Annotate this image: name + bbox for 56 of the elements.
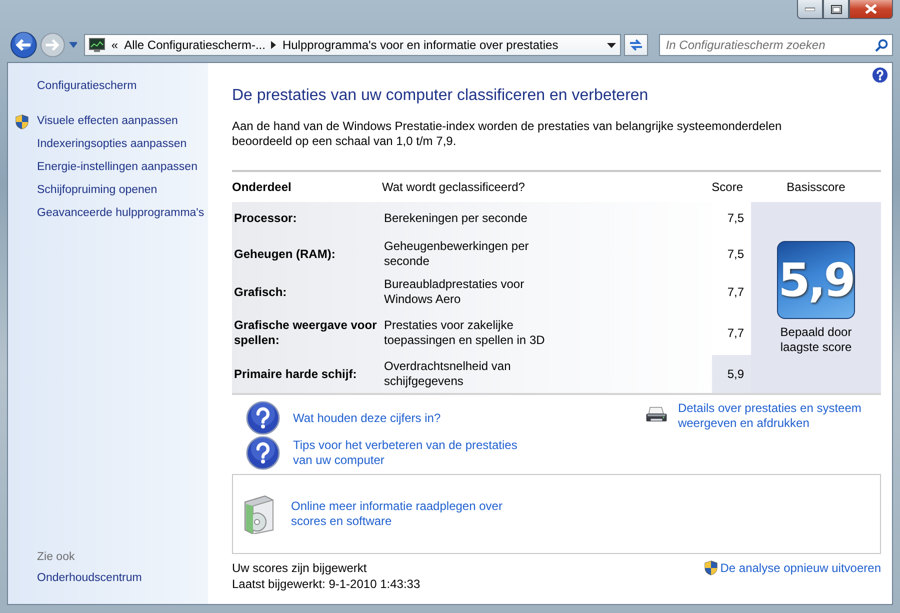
rated-item: Bureaubladprestaties voor Windows Aero xyxy=(384,277,526,307)
close-button[interactable] xyxy=(849,0,893,19)
refresh-button[interactable] xyxy=(624,34,648,56)
help-icon[interactable] xyxy=(872,67,888,83)
sidebar-link[interactable]: Visuele effecten aanpassen xyxy=(37,114,207,129)
monitor-icon xyxy=(89,38,106,52)
rated-item: Prestaties voor zakelijke toepassingen en spellen in 3D xyxy=(384,318,546,348)
column-header: Onderdeel xyxy=(232,180,292,194)
home-link[interactable]: Configuratiescherm xyxy=(37,79,208,94)
breadcrumb[interactable]: Hulpprogramma's voor en informatie over prestaties xyxy=(282,38,558,52)
description: Aan de hand van de Windows Prestatie-index worden de prestaties van belangrijke systeemonderdelen beoordeeld op een schaal van 1,0 t/m 7,9. xyxy=(232,119,783,149)
chevron-icon[interactable] xyxy=(271,41,276,49)
online-info-link[interactable]: Online meer informatie raadplegen over scores en software xyxy=(291,499,521,529)
component-name: Grafische weergave voor spellen: xyxy=(234,318,378,348)
component-name: Processor: xyxy=(234,211,297,226)
rated-item: Overdrachtsnelheid van schijfgegevens xyxy=(384,359,512,389)
base-score-caption: Bepaald door laagste score xyxy=(779,324,853,354)
search-field[interactable]: In Configuratiescherm zoeken xyxy=(658,34,893,56)
base-score-badge: 5,9 xyxy=(777,240,855,318)
sidebar-link[interactable]: Geavanceerde hulpprogramma's xyxy=(37,206,207,221)
minimize-icon xyxy=(805,7,815,11)
search-icon[interactable] xyxy=(874,38,888,52)
column-header: Score xyxy=(712,180,743,194)
rerun-analysis-link[interactable]: De analyse opnieuw uitvoeren xyxy=(720,560,881,576)
help-link[interactable]: Wat houden deze cijfers in? xyxy=(293,410,523,426)
recent-pages-dropdown[interactable] xyxy=(68,42,78,48)
column-header: Basisscore xyxy=(786,180,846,194)
minimize-button[interactable] xyxy=(797,0,823,19)
score-cell: 5,9 xyxy=(712,355,751,393)
sidebar-link[interactable]: Energie-instellingen aanpassen xyxy=(37,160,207,175)
component-name: Geheugen (RAM): xyxy=(234,246,336,262)
component-name: Grafisch: xyxy=(234,284,287,300)
breadcrumb[interactable]: Alle Configuratiescherm-... xyxy=(124,38,266,52)
maximize-button[interactable] xyxy=(823,0,849,19)
sidebar-link[interactable]: Schijfopruiming openen xyxy=(37,183,207,198)
see-also-heading: Zie ook xyxy=(37,551,76,563)
status-text: Uw scores zijn bijgewerkt xyxy=(232,560,368,576)
sidebar-link[interactable]: Onderhoudscentrum xyxy=(37,571,208,586)
help-link[interactable]: Tips voor het verbeteren van de prestaties van uw computer xyxy=(293,438,523,468)
status-text: Laatst bijgewerkt: 9-1-2010 1:43:33 xyxy=(232,576,420,592)
rated-item: Berekeningen per seconde xyxy=(384,211,528,226)
page-title: De prestaties van uw computer classificeren en verbeteren xyxy=(232,87,650,105)
close-icon xyxy=(865,4,877,14)
component-name: Primaire harde schijf: xyxy=(234,366,357,382)
refresh-icon xyxy=(628,38,644,52)
help-icon xyxy=(246,401,280,435)
back-button[interactable] xyxy=(10,31,38,59)
address-bar[interactable]: « Alle Configuratiescherm-... Hulpprogramma's voor en informatie over prestaties xyxy=(84,34,622,56)
address-dropdown-icon[interactable] xyxy=(607,42,616,48)
sidebar-link[interactable]: Indexeringsopties aanpassen xyxy=(37,137,207,152)
maximize-icon xyxy=(830,4,842,14)
print-details-link[interactable]: Details over prestaties en systeem weergeven en afdrukken xyxy=(678,401,881,431)
breadcrumb-overflow[interactable]: « xyxy=(111,38,118,52)
rated-item: Geheugenbewerkingen per seconde xyxy=(384,239,530,269)
column-header: Wat wordt geclassificeerd? xyxy=(382,180,525,194)
help-icon xyxy=(246,436,280,470)
